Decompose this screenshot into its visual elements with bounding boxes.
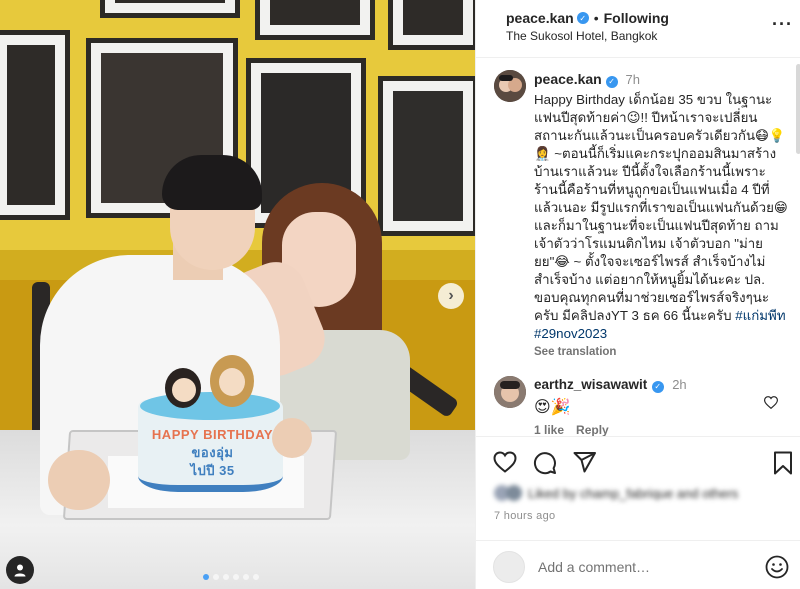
cake-text-line: ไปปี 35	[190, 463, 235, 478]
comment-item: earthz_wisawawit ✓ 2h 😍🎉	[534, 376, 774, 417]
author-username[interactable]: peace.kan	[506, 10, 574, 26]
scrollbar-thumb[interactable]	[796, 64, 800, 154]
following-button[interactable]: Following	[604, 10, 669, 26]
cake-figure-face	[172, 378, 196, 402]
comment-time[interactable]: 2h	[672, 377, 686, 392]
caption-time[interactable]: 7h	[626, 72, 640, 87]
carousel-dot	[203, 574, 209, 580]
avatar-image	[494, 376, 526, 408]
cake-text-line: HAPPY BIRTHDAY	[151, 427, 274, 442]
wall-frame	[100, 0, 240, 18]
heart-icon[interactable]	[493, 451, 517, 473]
cake-top	[140, 392, 280, 420]
post-actions: Liked by champ_fabrique and others 7 hou…	[476, 436, 800, 536]
post-caption: peace.kan ✓ 7h Happy Birthday เด็กน้อย 3…	[534, 70, 789, 358]
current-user-avatar	[493, 551, 525, 583]
carousel-dot	[213, 574, 219, 580]
liked-by-text: Liked by champ_fabrique and others	[528, 485, 739, 501]
user-tag-button[interactable]	[6, 556, 34, 584]
chevron-right-icon: ›	[448, 287, 454, 304]
comment-meta: 1 like Reply	[534, 423, 609, 437]
more-options-icon[interactable]: ···	[772, 14, 793, 35]
author-avatar[interactable]	[494, 70, 526, 102]
share-icon[interactable]	[573, 451, 597, 473]
bookmark-icon[interactable]	[773, 451, 793, 475]
emoji-icon[interactable]	[765, 555, 789, 579]
post-header: peace.kan ✓ • Following The Sukosol Hote…	[476, 0, 800, 58]
wall-frame	[378, 76, 475, 236]
caption-body: Happy Birthday เด็กน้อย 35 ขวบ ในฐานะแฟน…	[534, 92, 788, 323]
carousel-dot	[243, 574, 249, 580]
wall-frame	[0, 30, 70, 220]
person-man-hair	[162, 155, 262, 210]
comment-text: 😍🎉	[534, 399, 571, 416]
carousel-dot	[253, 574, 259, 580]
caption-username-text: peace.kan	[534, 71, 602, 87]
verified-badge-icon: ✓	[605, 76, 618, 88]
carousel-dots	[203, 574, 259, 580]
verified-badge-icon: ✓	[576, 12, 589, 24]
carousel-next-button[interactable]: ›	[438, 283, 464, 309]
person-man-hand	[272, 418, 312, 458]
post-location[interactable]: The Sukosol Hotel, Bangkok	[506, 29, 657, 43]
cake-text-line: ของอุ่ม	[191, 445, 234, 460]
add-comment-bar	[476, 540, 800, 589]
verified-badge-icon: ✓	[651, 380, 664, 393]
commenter-avatar[interactable]	[494, 376, 526, 408]
person-man-hand	[48, 450, 110, 510]
carousel-dot	[233, 574, 239, 580]
caption-text: Happy Birthday เด็กน้อย 35 ขวบ ในฐานะแฟน…	[534, 91, 789, 343]
comment-icon[interactable]	[533, 451, 557, 475]
separator-dot: •	[593, 10, 599, 26]
comment-heart-icon[interactable]	[764, 396, 778, 409]
post-timestamp[interactable]: 7 hours ago	[494, 510, 555, 522]
comment-username[interactable]: earthz_wisawawit	[534, 377, 647, 392]
comment-likes[interactable]: 1 like	[534, 423, 564, 437]
liked-by-row[interactable]: Liked by champ_fabrique and others	[494, 485, 738, 501]
post-details-panel: peace.kan ✓ • Following The Sukosol Hote…	[475, 0, 800, 589]
caption-username[interactable]: peace.kan ✓	[534, 71, 622, 88]
user-tag-icon	[14, 564, 26, 577]
add-comment-input[interactable]	[538, 556, 758, 578]
avatar-image	[494, 70, 526, 102]
caption-header: peace.kan ✓ 7h	[534, 70, 789, 89]
wall-frame	[388, 0, 475, 50]
liker-avatar	[506, 485, 522, 501]
cake-text: HAPPY BIRTHDAY ของอุ่ม ไปปี 35	[140, 426, 285, 480]
carousel-dot	[223, 574, 229, 580]
see-translation-link[interactable]: See translation	[534, 346, 789, 358]
wall-frame	[255, 0, 375, 40]
post-photo[interactable]: HAPPY BIRTHDAY ของอุ่ม ไปปี 35 ›	[0, 0, 475, 589]
comment-reply-button[interactable]: Reply	[576, 423, 609, 437]
post-header-user: peace.kan ✓ • Following	[506, 10, 669, 26]
cake-figure-face	[219, 368, 245, 396]
